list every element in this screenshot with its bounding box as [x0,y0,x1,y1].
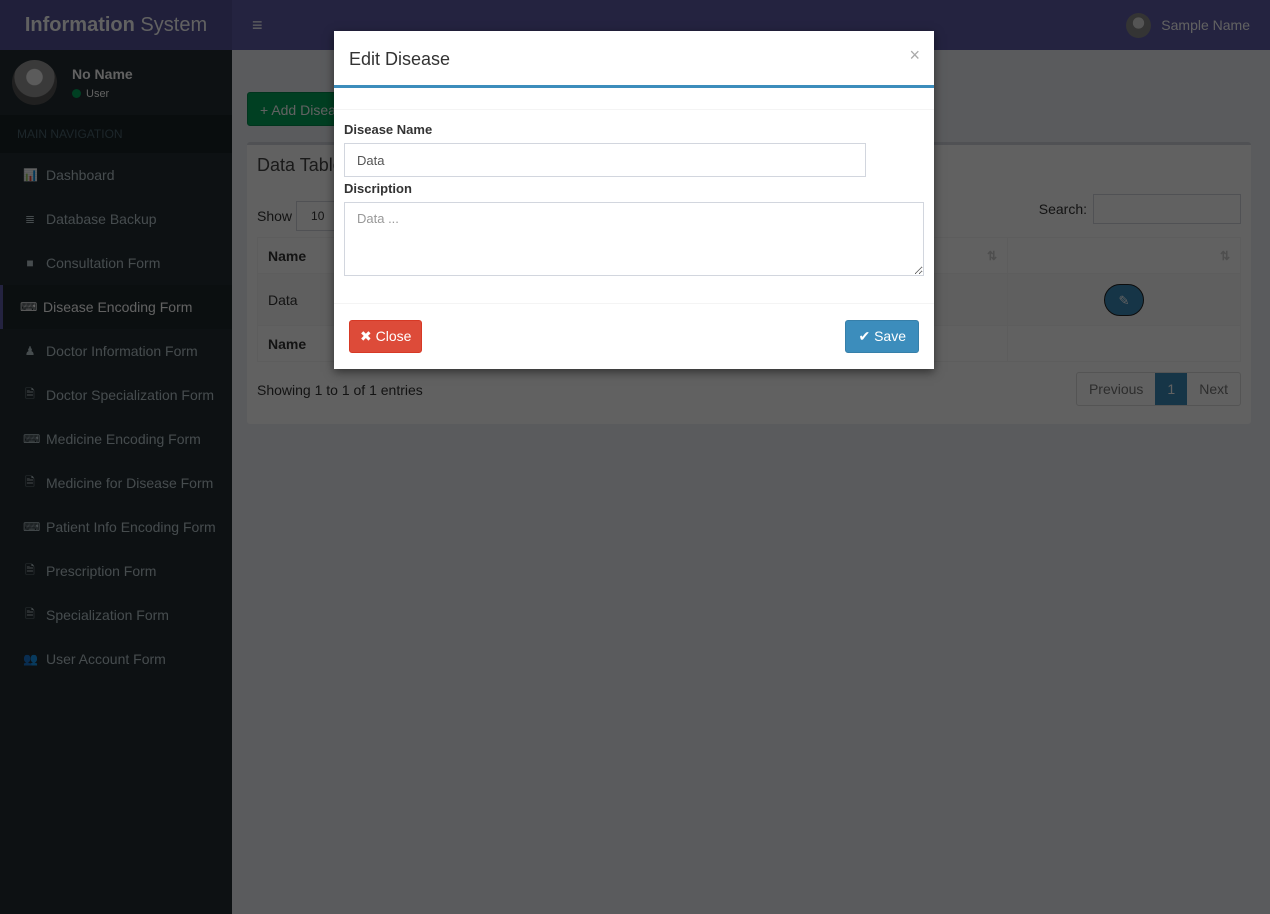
description-textarea[interactable] [344,202,924,276]
divider [334,88,934,110]
disease-name-label: Disease Name [344,122,433,137]
close-icon[interactable]: × [909,45,920,66]
save-button[interactable]: ✔ Save [845,320,919,353]
description-label: Discription [344,181,412,196]
edit-disease-form: Disease Name Discription [334,110,934,291]
disease-name-input[interactable] [344,143,866,177]
check-icon: ✔ [858,328,871,344]
times-icon: ✖ [360,328,372,344]
close-button[interactable]: ✖ Close [349,320,423,353]
modal-footer: ✖ Close ✔ Save [334,303,934,369]
edit-disease-modal: Edit Disease × Disease Name Discription … [334,31,934,369]
modal-header: Edit Disease × [334,31,934,88]
modal-title: Edit Disease [349,49,451,69]
